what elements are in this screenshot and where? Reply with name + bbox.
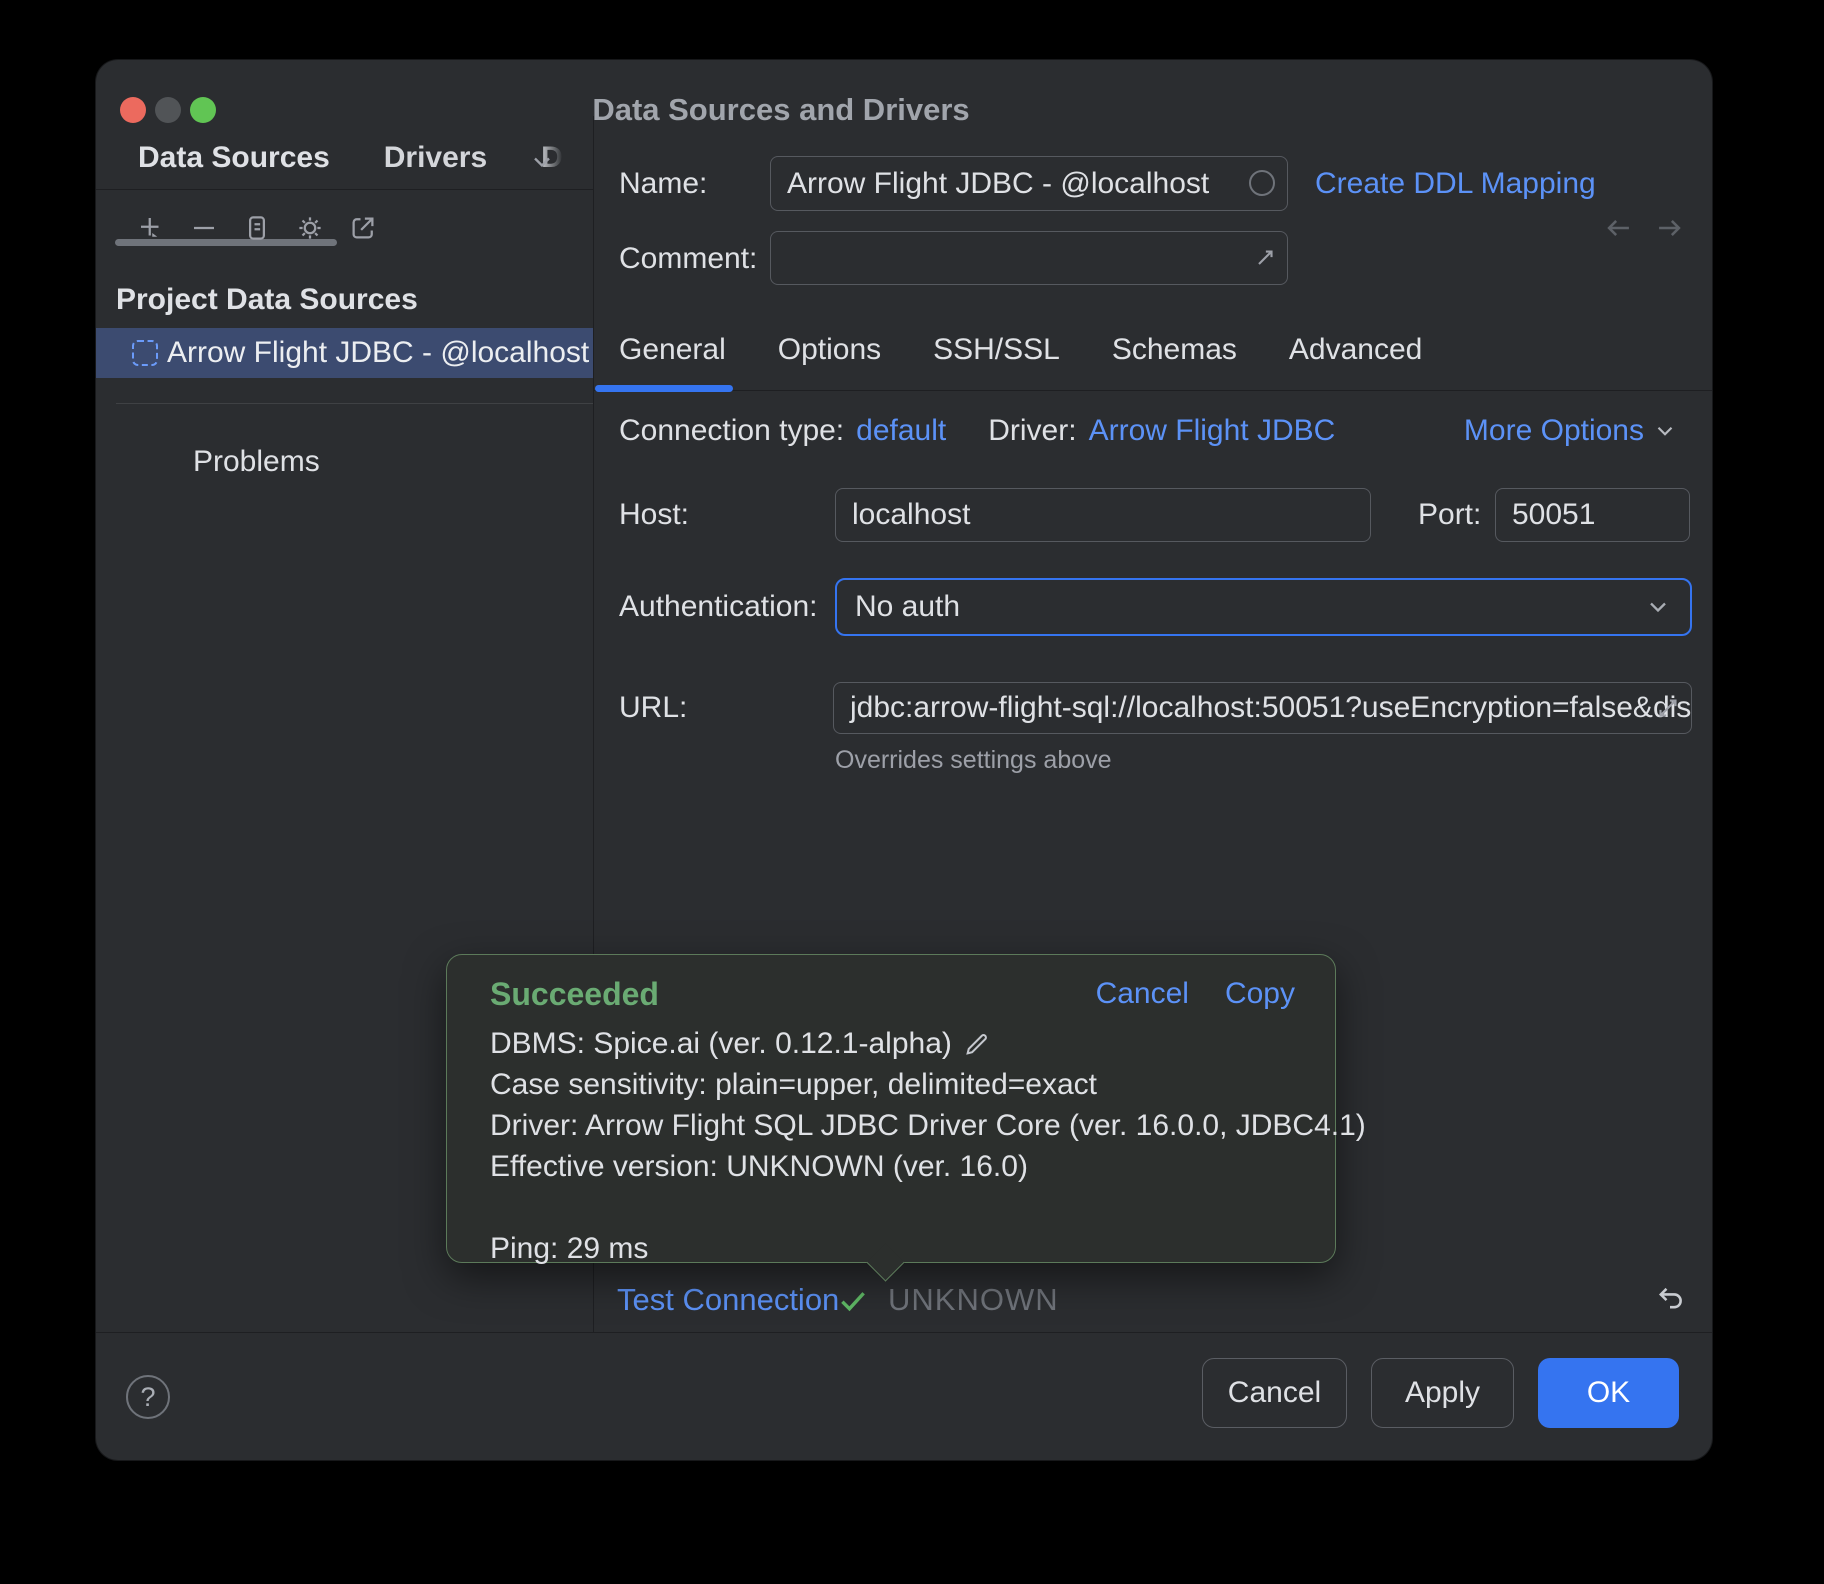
checkmark-icon (836, 1284, 870, 1318)
cancel-button[interactable]: Cancel (1202, 1358, 1347, 1428)
host-label: Host: (619, 497, 689, 533)
tab-advanced[interactable]: Advanced (1289, 333, 1422, 367)
add-icon[interactable] (129, 206, 173, 250)
port-value: 50051 (1512, 498, 1595, 532)
tab-schemas[interactable]: Schemas (1112, 333, 1237, 367)
data-source-label: Arrow Flight JDBC - @localhost (167, 336, 589, 370)
expand-icon[interactable] (1653, 693, 1683, 723)
tab-data-sources[interactable]: Data Sources (138, 141, 330, 175)
apply-button[interactable]: Apply (1371, 1358, 1514, 1428)
effective-version-line: Effective version: UNKNOWN (ver. 16.0) (490, 1146, 1295, 1187)
popup-cancel-link[interactable]: Cancel (1096, 977, 1189, 1011)
connection-type-row: Connection type: default Driver: Arrow F… (619, 413, 1335, 449)
name-input[interactable]: Arrow Flight JDBC - @localhost (770, 156, 1288, 211)
duplicate-icon[interactable] (235, 206, 279, 250)
create-ddl-mapping-link[interactable]: Create DDL Mapping (1315, 166, 1596, 202)
tab-options[interactable]: Options (778, 333, 881, 367)
forward-arrow-icon[interactable] (1647, 206, 1691, 250)
revert-button[interactable] (1648, 1276, 1692, 1320)
blank-line (490, 1187, 1295, 1228)
open-in-new-icon[interactable] (341, 206, 385, 250)
authentication-value: No auth (855, 590, 960, 624)
dbms-line: DBMS: Spice.ai (ver. 0.12.1-alpha) (490, 1023, 1295, 1064)
name-value: Arrow Flight JDBC - @localhost (787, 167, 1209, 201)
dialog-button-bar: ? Cancel Apply OK (96, 1332, 1712, 1460)
url-hint: Overrides settings above (835, 746, 1112, 775)
expand-icon[interactable] (1249, 244, 1279, 274)
data-source-icon (132, 340, 158, 366)
comment-input[interactable] (770, 231, 1288, 285)
driver-line: Driver: Arrow Flight SQL JDBC Driver Cor… (490, 1105, 1295, 1146)
port-input[interactable]: 50051 (1495, 488, 1690, 542)
tab-general[interactable]: General (619, 333, 726, 367)
case-sensitivity-line: Case sensitivity: plain=upper, delimited… (490, 1064, 1295, 1105)
project-data-sources-header: Project Data Sources (116, 282, 418, 318)
config-tabs-border (594, 390, 1712, 391)
data-sources-dialog: Data Sources and Drivers Data Sources Dr… (96, 60, 1712, 1460)
pencil-icon[interactable] (962, 1029, 992, 1059)
help-button[interactable]: ? (126, 1375, 170, 1419)
authentication-select[interactable]: No auth (835, 578, 1692, 636)
connection-type-label: Connection type: (619, 414, 844, 448)
history-navigation (1597, 194, 1691, 262)
undo-icon (1648, 1276, 1692, 1320)
name-label: Name: (619, 166, 707, 202)
tab-ssh-ssl[interactable]: SSH/SSL (933, 333, 1060, 367)
chevron-down-icon (1652, 418, 1678, 444)
titlebar: Data Sources and Drivers (96, 60, 1712, 116)
popup-copy-link[interactable]: Copy (1225, 977, 1295, 1011)
connection-type-link[interactable]: default (856, 414, 946, 448)
progress-circle-icon (1249, 170, 1275, 196)
active-config-tab-indicator (595, 385, 733, 392)
host-value: localhost (852, 498, 970, 532)
problems-section[interactable]: Problems (193, 444, 320, 480)
authentication-label: Authentication: (619, 589, 817, 625)
sidebar-separator (116, 403, 593, 404)
test-connection-link[interactable]: Test Connection (617, 1282, 839, 1318)
sidebar-tab-strip: Data Sources Drivers D (96, 116, 593, 190)
config-tab-strip: General Options SSH/SSL Schemas Advanced (619, 330, 1422, 370)
url-value: jdbc:arrow-flight-sql://localhost:50051?… (850, 691, 1692, 725)
host-input[interactable]: localhost (835, 488, 1371, 542)
connection-status-text: UNKNOWN (888, 1282, 1059, 1318)
sidebar-toolbar (96, 194, 593, 262)
status-badge: Succeeded (490, 976, 659, 1013)
gear-icon[interactable] (288, 206, 332, 250)
driver-link[interactable]: Arrow Flight JDBC (1089, 414, 1336, 448)
tab-drivers[interactable]: Drivers (384, 141, 487, 175)
remove-icon[interactable] (182, 206, 226, 250)
ok-button[interactable]: OK (1538, 1358, 1679, 1428)
data-source-list-item[interactable]: Arrow Flight JDBC - @localhost (96, 328, 593, 378)
more-options-link[interactable]: More Options (1464, 413, 1678, 449)
url-input[interactable]: jdbc:arrow-flight-sql://localhost:50051?… (833, 682, 1692, 734)
port-label: Port: (1418, 497, 1481, 533)
chevron-down-icon[interactable] (528, 148, 556, 176)
driver-label: Driver: (988, 414, 1076, 448)
test-connection-popup: Succeeded Cancel Copy DBMS: Spice.ai (ve… (446, 954, 1336, 1263)
back-arrow-icon[interactable] (1597, 206, 1641, 250)
url-label: URL: (619, 690, 687, 726)
chevron-down-icon (1644, 593, 1672, 621)
comment-label: Comment: (619, 241, 757, 277)
